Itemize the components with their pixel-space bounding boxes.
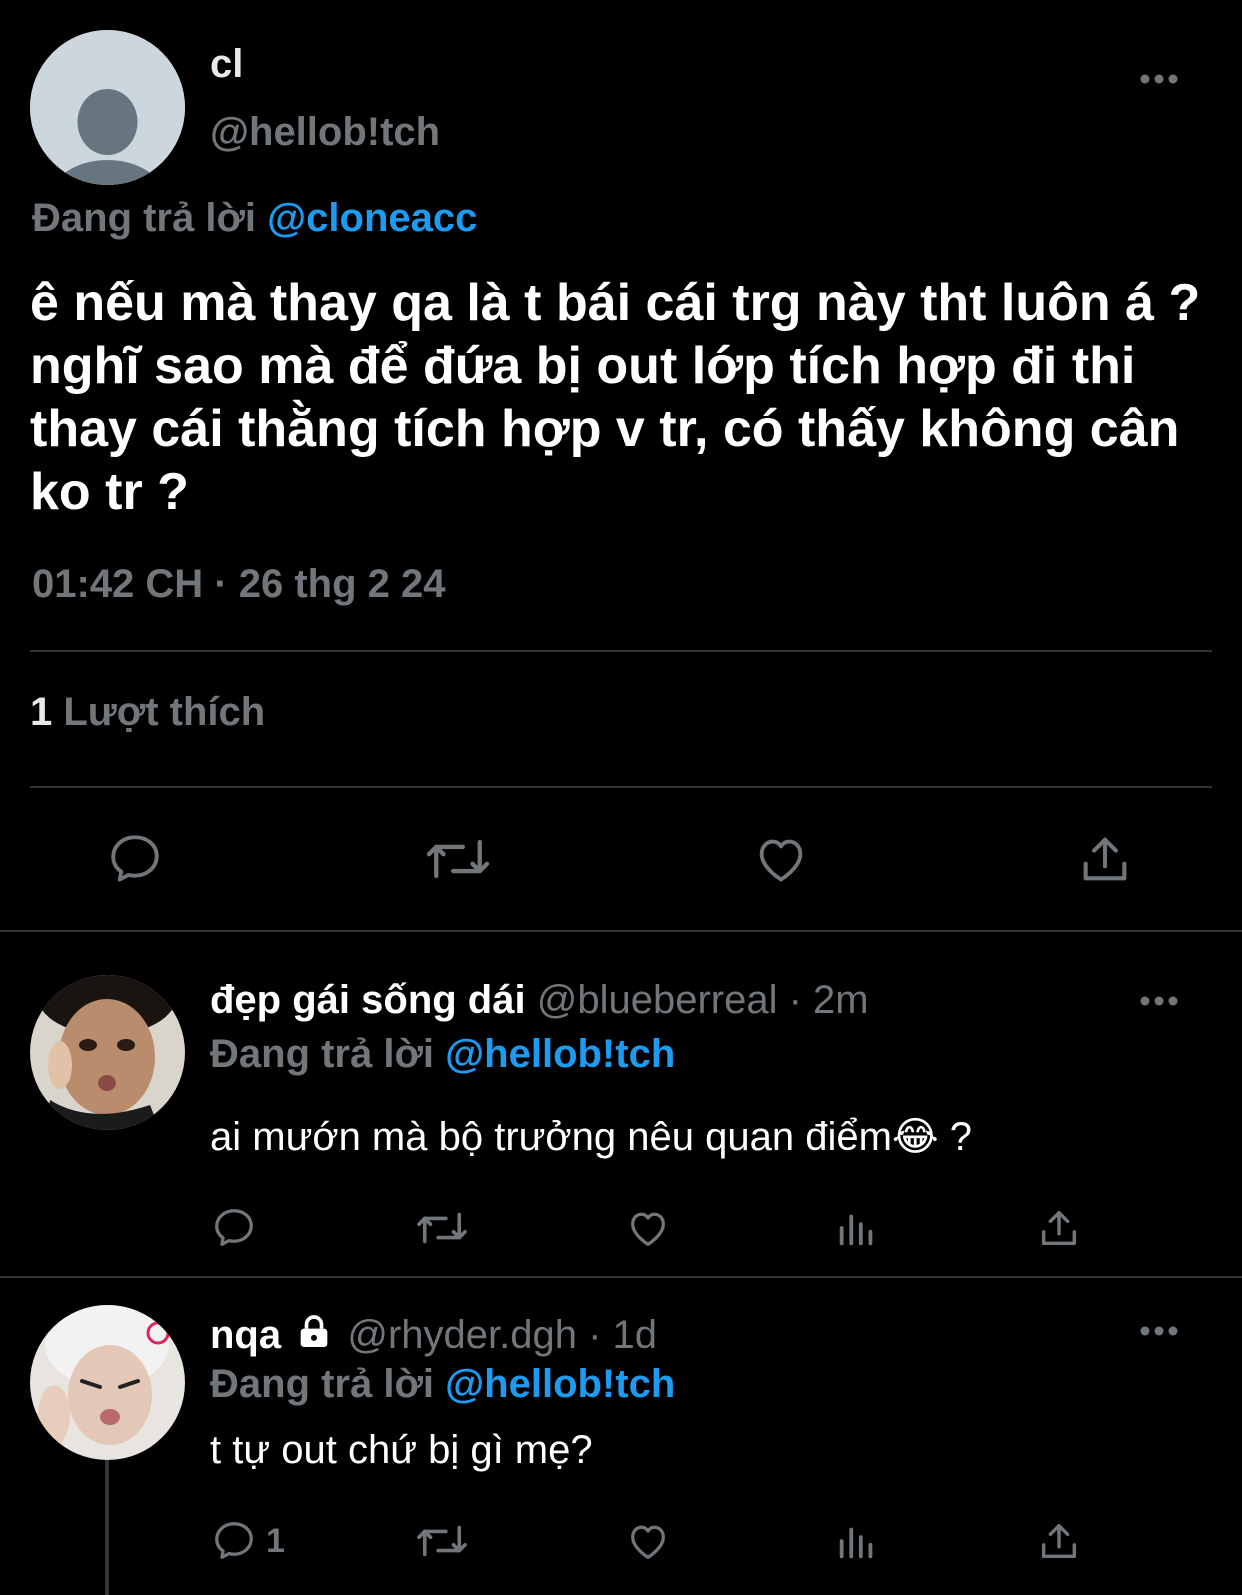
author-avatar[interactable]: [30, 30, 185, 185]
like-button[interactable]: [746, 828, 816, 890]
share-icon: [1083, 837, 1127, 881]
retweet-button[interactable]: [414, 1205, 470, 1251]
share-button[interactable]: [1036, 1518, 1082, 1564]
author-handle[interactable]: @hellob!tch: [210, 110, 440, 155]
reply-button[interactable]: [100, 828, 170, 890]
avatar-photo: [30, 1305, 185, 1460]
retweet-button[interactable]: [422, 828, 494, 890]
like-icon: [631, 1525, 665, 1559]
reply-text: ai mướn mà bộ trưởng nêu quan điểm😂 ?: [210, 1115, 973, 1159]
replying-prefix: Đang trả lời: [32, 196, 257, 240]
avatar-photo: [30, 975, 185, 1130]
divider: [30, 650, 1212, 652]
author-name[interactable]: cl: [210, 42, 243, 87]
retweet-icon: [417, 1212, 467, 1244]
tweet-text: ê nếu mà thay qa là t bái cái trg này th…: [30, 274, 1201, 521]
thread-line: [105, 1455, 109, 1595]
like-button[interactable]: [624, 1205, 672, 1251]
retweet-icon: [417, 1525, 467, 1557]
reply-header: đẹp gái sống dái @blueberreal · 2m: [210, 978, 869, 1023]
reply-text: t tự out chứ bị gì mẹ?: [210, 1428, 593, 1472]
more-icon: [1140, 996, 1178, 1006]
like-button[interactable]: [624, 1518, 672, 1564]
reply-header: nqa @rhyder.dgh · 1d: [210, 1312, 657, 1358]
retweet-icon: [426, 839, 490, 879]
replying-mention-link[interactable]: @hellob!tch: [445, 1362, 675, 1406]
reply-avatar[interactable]: [30, 1305, 185, 1460]
reply-more-options-button[interactable]: [1134, 1316, 1184, 1346]
reply-author-handle[interactable]: @rhyder.dgh · 1d: [347, 1313, 657, 1357]
views-button[interactable]: [834, 1205, 880, 1251]
replying-prefix: Đang trả lời: [210, 1362, 435, 1406]
share-button[interactable]: [1070, 828, 1140, 890]
replying-mention-link[interactable]: @cloneacc: [267, 196, 477, 240]
views-button[interactable]: [834, 1518, 880, 1564]
like-icon: [759, 839, 803, 882]
lock-icon: [300, 1315, 328, 1347]
reply-author-name[interactable]: nqa: [210, 1313, 281, 1357]
like-icon: [631, 1212, 665, 1246]
reply-more-options-button[interactable]: [1134, 986, 1184, 1016]
retweet-button[interactable]: [414, 1518, 470, 1564]
share-icon: [1041, 1523, 1077, 1559]
replying-to: Đang trả lời @hellob!tch: [210, 1362, 675, 1407]
reply-avatar[interactable]: [30, 975, 185, 1130]
tweet-timestamp[interactable]: 01:42 CH · 26 thg 2 24: [32, 562, 446, 607]
views-icon: [839, 1214, 873, 1246]
replying-to: Đang trả lời @hellob!tch: [210, 1032, 675, 1077]
default-avatar-icon: [30, 30, 185, 185]
more-icon: [1140, 74, 1178, 84]
views-icon: [839, 1527, 873, 1559]
reply-button[interactable]: 1: [210, 1518, 285, 1564]
divider: [30, 786, 1212, 788]
more-icon: [1140, 1326, 1178, 1336]
share-button[interactable]: [1036, 1205, 1082, 1251]
more-options-button[interactable]: [1134, 64, 1184, 94]
replying-to: Đang trả lời @cloneacc: [32, 196, 477, 241]
replying-prefix: Đang trả lời: [210, 1032, 435, 1076]
divider: [0, 1276, 1242, 1278]
reply-count: 1: [266, 1521, 285, 1560]
reply-icon: [215, 1209, 253, 1246]
reply-author-name[interactable]: đẹp gái sống dái: [210, 978, 526, 1022]
divider: [0, 930, 1242, 932]
replying-mention-link[interactable]: @hellob!tch: [445, 1032, 675, 1076]
likes-count: 1: [30, 690, 53, 734]
share-icon: [1041, 1210, 1077, 1246]
likes-summary[interactable]: 1 Lượt thích: [30, 690, 265, 735]
reply-author-handle[interactable]: @blueberreal · 2m: [537, 978, 869, 1022]
reply-icon: [111, 835, 159, 882]
reply-icon: [215, 1522, 253, 1559]
reply-button[interactable]: [210, 1205, 266, 1251]
likes-label: Lượt thích: [63, 690, 266, 734]
